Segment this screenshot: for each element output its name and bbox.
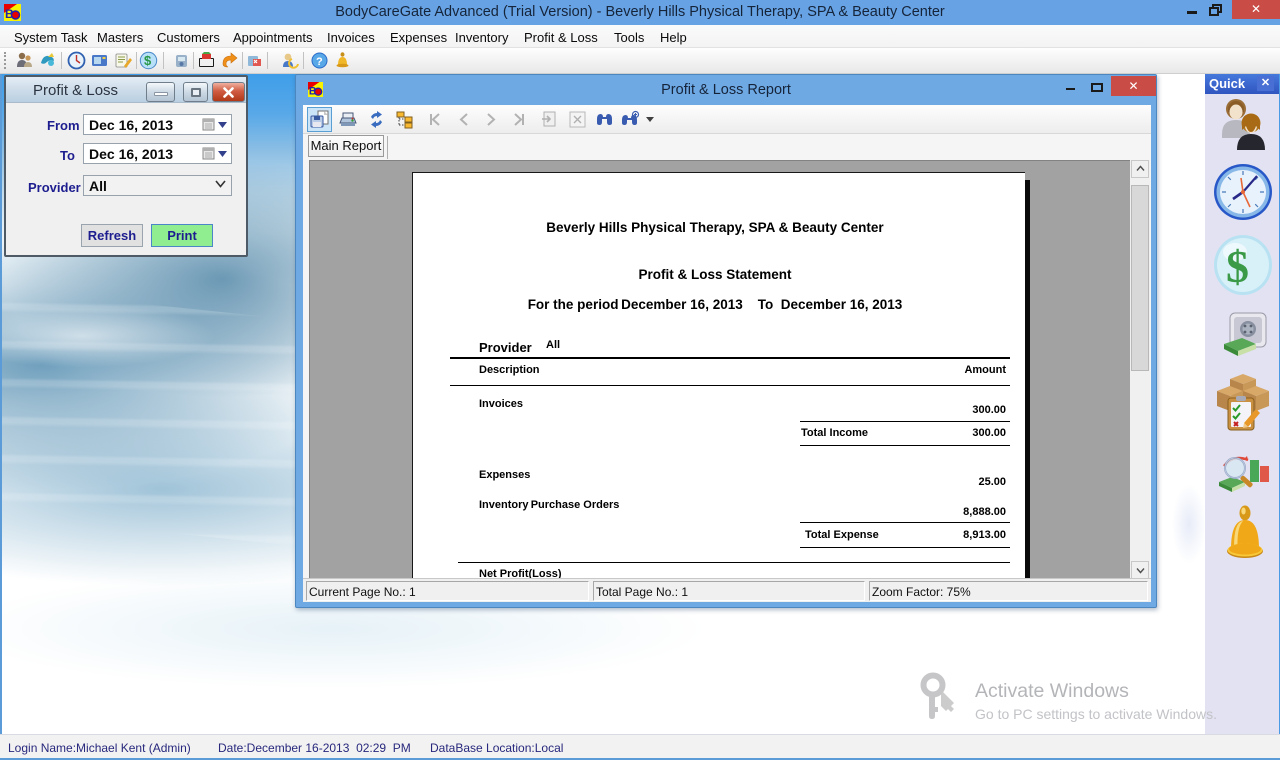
svg-text:$: $ bbox=[144, 53, 152, 68]
svg-text:?: ? bbox=[316, 56, 323, 68]
svg-text:$: $ bbox=[1226, 241, 1249, 292]
